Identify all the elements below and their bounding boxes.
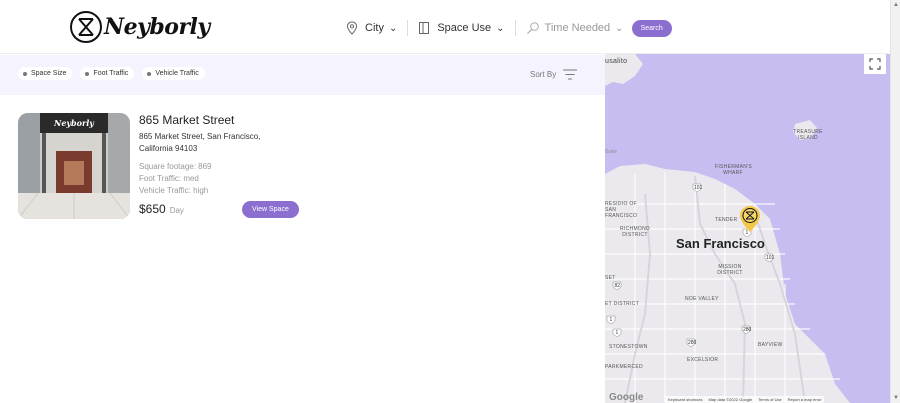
chip-space-size[interactable]: Space Size (18, 67, 73, 80)
fullscreen-icon (869, 58, 881, 70)
chevron-down-icon: ⌄ (615, 22, 624, 34)
map-label-fishermans-wharf: FISHERMAN'S WHARF (715, 164, 753, 176)
google-logo[interactable]: Google (609, 392, 643, 403)
map-label-richmond: RICHMOND DISTRICT (620, 226, 650, 238)
listing-info: 865 Market Street 865 Market Street, San… (139, 113, 309, 197)
magnifier-icon (526, 22, 539, 34)
time-needed-dropdown[interactable]: Time Needed ⌄ (526, 21, 624, 35)
view-space-button[interactable]: View Space (242, 201, 299, 218)
logo[interactable]: Neyborly (70, 10, 210, 44)
address-line-1: 865 Market Street, San Francisco, (139, 132, 261, 141)
terms-of-use-link[interactable]: Terms of Use (758, 397, 782, 402)
map-data-text: Map data ©2022 Google (708, 397, 753, 402)
listing-photo[interactable]: Neyborly (18, 113, 130, 219)
map-label-bayview: BAYVIEW (758, 342, 783, 348)
listing-foot-traffic: Foot Traffic: med (139, 174, 199, 183)
app-frame: Neyborly City ⌄ Space Use ⌄ Time Needed … (0, 0, 900, 403)
scroll-down-arrow-icon[interactable]: ▼ (893, 395, 899, 401)
divider (407, 20, 409, 36)
top-nav: Neyborly City ⌄ Space Use ⌄ Time Needed … (0, 0, 888, 54)
listing-filter-bar: Space Size Foot Traffic Vehicle Traffic … (0, 55, 605, 95)
search-filters: City ⌄ Space Use ⌄ Time Needed ⌄ Search (346, 17, 672, 39)
map-label-set: SET (605, 275, 616, 281)
logo-mark-icon (70, 11, 102, 43)
highway-shield-101: 101 (766, 255, 775, 261)
map-label-san-francisco: San Francisco (676, 236, 765, 251)
listing-price-period: Day (169, 206, 184, 215)
map-label-treasure-island: TREASURE ISLAND (793, 129, 823, 141)
city-dropdown[interactable]: City ⌄ (346, 21, 397, 35)
fullscreen-button[interactable] (864, 54, 886, 74)
chip-label: Foot Traffic (93, 70, 129, 77)
highway-shield-101: 101 (694, 185, 703, 191)
map-label-sausalito: usalito (605, 58, 628, 65)
city-label: City (365, 22, 384, 34)
sort-by-label: Sort By (530, 70, 557, 79)
space-use-label: Space Use (437, 22, 492, 34)
time-needed-label: Time Needed (544, 22, 611, 34)
map-label-presidio: RESIDIO OF SAN FRANCISCO (605, 201, 638, 219)
map-label-noe-valley: NOE VALLEY (685, 296, 719, 302)
chip-dot-icon (85, 71, 90, 76)
filter-chips: Space Size Foot Traffic Vehicle Traffic (18, 67, 205, 80)
storefront-image (18, 113, 130, 219)
price-row: $650 Day (139, 202, 184, 216)
map-attribution: Keyboard shortcuts Map data ©2022 Google… (665, 396, 825, 403)
map-label-excelsior: EXCELSIOR (687, 357, 719, 363)
highway-shield-82: 82 (615, 283, 621, 289)
chip-dot-icon (23, 71, 27, 76)
map-marker-865-market[interactable] (739, 205, 761, 238)
chip-label: Vehicle Traffic (155, 70, 199, 77)
map-label-mission: MISSION DISTRICT (717, 264, 743, 276)
keyboard-shortcuts-link[interactable]: Keyboard shortcuts (668, 397, 702, 402)
chevron-down-icon: ⌄ (388, 22, 398, 34)
listing-address: 865 Market Street, San Francisco, Califo… (139, 131, 309, 155)
map-panel[interactable]: 101 1 101 280 280 1 82 1 usalito TREASUR… (605, 54, 890, 403)
map-label-sunset: ET DISTRICT (605, 301, 640, 307)
sort-by-control[interactable]: Sort By (530, 69, 578, 80)
page-scrollbar[interactable]: ▲ ▼ (890, 0, 900, 403)
report-error-link[interactable]: Report a map error (788, 397, 822, 402)
sort-lines-icon (563, 69, 578, 80)
listing-price: $650 (139, 202, 166, 216)
logo-text: Neyborly (104, 14, 210, 40)
map-label-tenderloin: TENDER (715, 217, 738, 223)
address-line-2: California 94103 (139, 144, 198, 153)
map-label-gate: Gate (605, 149, 618, 155)
listing-square-footage: Square footage: 869 (139, 162, 212, 171)
highway-shield-280: 280 (743, 327, 752, 333)
chip-foot-traffic[interactable]: Foot Traffic (80, 67, 135, 80)
listing-title[interactable]: 865 Market Street (139, 113, 309, 127)
chip-vehicle-traffic[interactable]: Vehicle Traffic (142, 67, 205, 80)
map-pin-icon (346, 21, 358, 35)
space-use-dropdown[interactable]: Space Use ⌄ (418, 21, 505, 35)
highway-shield-1: 1 (616, 330, 619, 336)
storefront-sign: Neyborly (54, 118, 94, 128)
search-button[interactable]: Search (631, 19, 672, 37)
listing-card[interactable]: Neyborly 865 Market Street 865 Market St… (18, 113, 308, 219)
building-icon (419, 22, 430, 34)
divider (514, 20, 516, 36)
map-label-parkmerced: PARKMERCED (605, 364, 643, 370)
chip-label: Space Size (31, 70, 67, 77)
chip-dot-icon (147, 71, 152, 76)
listing-vehicle-traffic: Vehicle Traffic: high (139, 186, 209, 195)
chevron-down-icon: ⌄ (496, 22, 505, 34)
map-label-stonestown: STONESTOWN (609, 344, 648, 350)
highway-shield-1: 1 (610, 317, 613, 323)
location-pin-icon (740, 206, 760, 232)
scroll-up-arrow-icon[interactable]: ▲ (893, 2, 899, 8)
highway-shield-280: 280 (688, 340, 697, 346)
